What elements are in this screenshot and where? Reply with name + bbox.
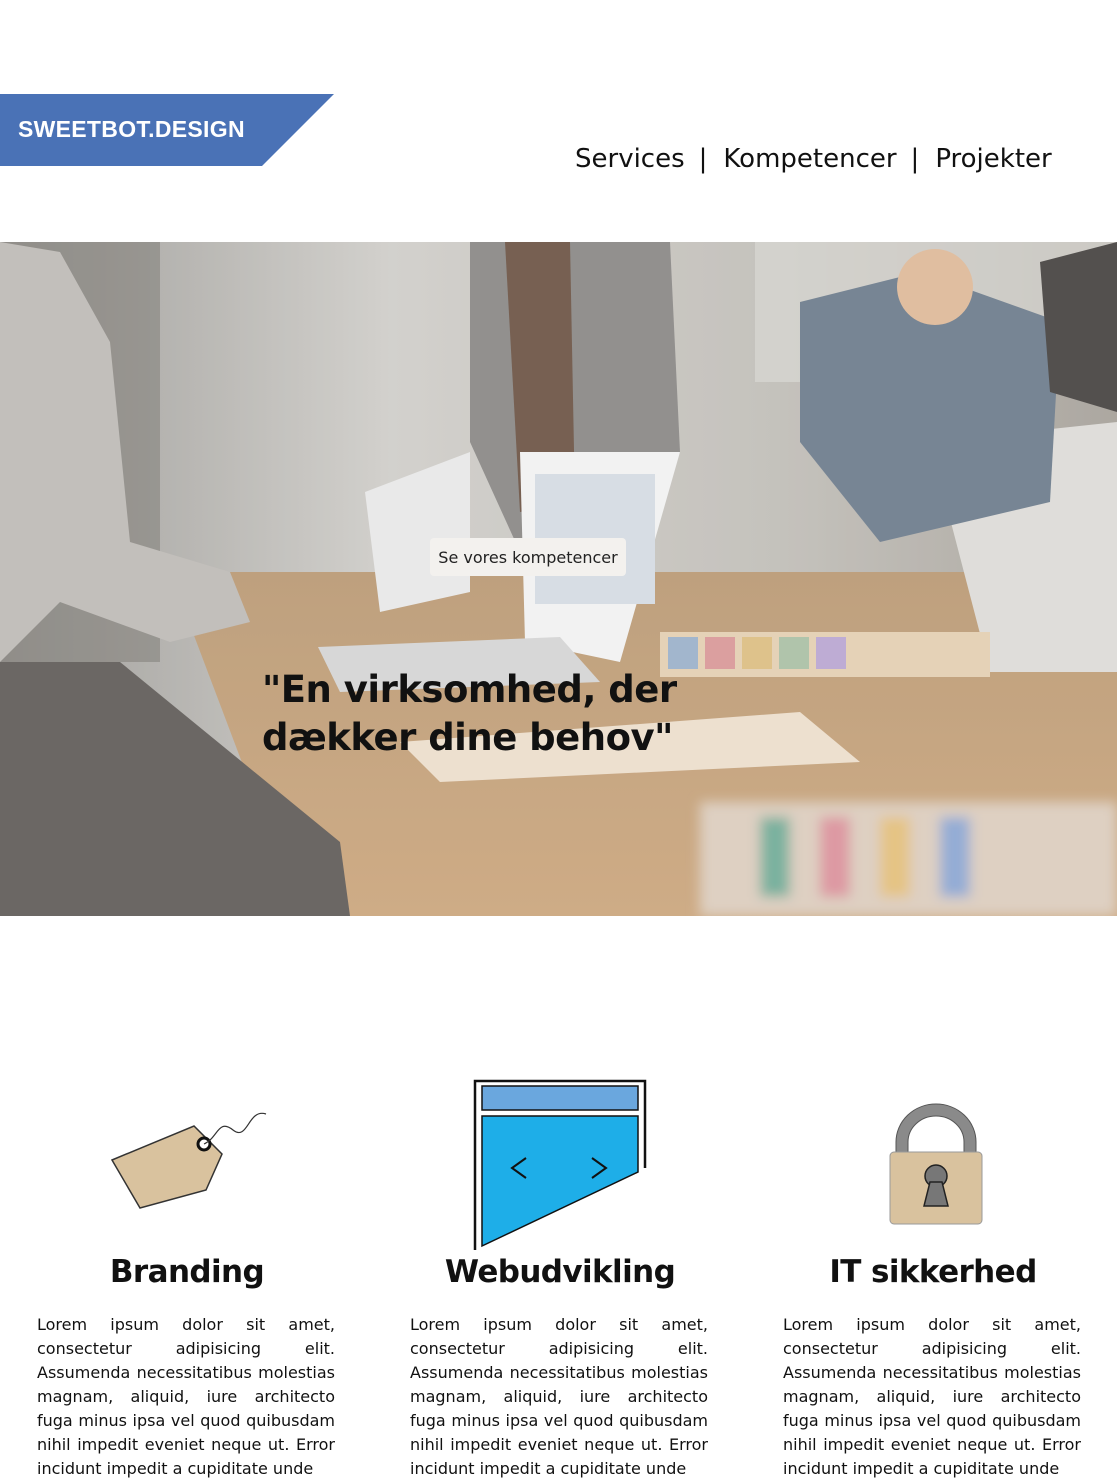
see-competences-button[interactable]: Se vores kompetencer bbox=[430, 538, 626, 576]
hero-background-image bbox=[0, 242, 1117, 916]
nav-kompetencer[interactable]: Kompetencer bbox=[723, 144, 896, 174]
service-title-branding: Branding bbox=[109, 1254, 265, 1290]
service-text-branding: Lorem ipsum dolor sit amet, consectetur … bbox=[37, 1315, 335, 1478]
service-text-it-sikkerhed: Lorem ipsum dolor sit amet, consectetur … bbox=[783, 1315, 1081, 1478]
web-browser-icon bbox=[473, 1079, 647, 1250]
service-text-webudvikling: Lorem ipsum dolor sit amet, consectetur … bbox=[410, 1315, 708, 1478]
nav-separator: | bbox=[910, 144, 920, 174]
nav-services[interactable]: Services bbox=[575, 144, 685, 174]
hero-title-line-1: "En virksomhed, der bbox=[262, 668, 677, 711]
nav-projekter[interactable]: Projekter bbox=[935, 144, 1051, 174]
service-title-webudvikling: Webudvikling bbox=[444, 1254, 676, 1290]
nav-separator: | bbox=[698, 144, 708, 174]
padlock-icon bbox=[889, 1103, 983, 1225]
price-tag-icon bbox=[110, 1112, 267, 1209]
hero-section: "En virksomhed, der dækker dine behov" bbox=[0, 242, 1117, 916]
logo-text: SWEETBOT.DESIGN bbox=[18, 116, 245, 142]
hero-title: "En virksomhed, der dækker dine behov" bbox=[262, 666, 677, 762]
service-title-it-sikkerhed: IT sikkerhed bbox=[829, 1254, 1037, 1290]
main-nav: Services | Kompetencer | Projekter bbox=[575, 144, 1052, 174]
logo[interactable]: SWEETBOT.DESIGN bbox=[0, 94, 334, 166]
hero-title-line-2: dækker dine behov" bbox=[262, 716, 673, 759]
